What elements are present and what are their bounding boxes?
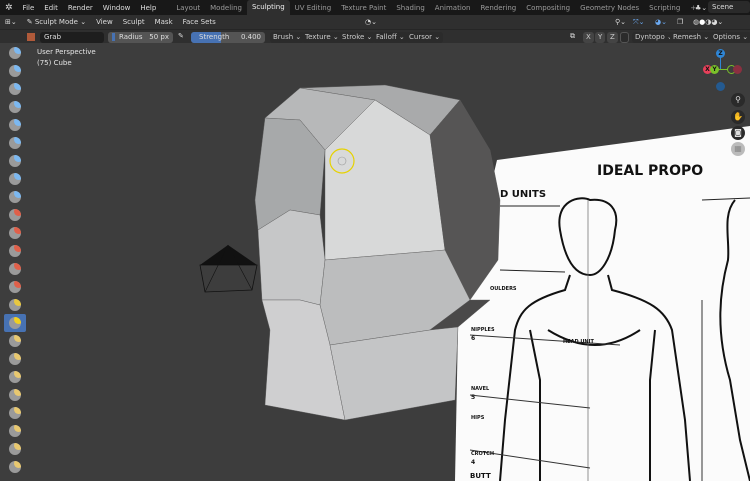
ref-label-nipples: NIPPLES bbox=[471, 327, 495, 333]
elastic-deform-brush-icon bbox=[9, 335, 21, 347]
reference-image[interactable]: IDEAL PROPO D UNITS OULDERS NIPPLES 6 HE… bbox=[455, 126, 750, 481]
ref-label-4: 4 bbox=[471, 459, 475, 466]
tool-rotate-brush[interactable] bbox=[4, 422, 26, 440]
crease-brush-icon bbox=[9, 191, 21, 203]
sculpt-toolbar bbox=[4, 44, 28, 476]
ref-label-butt: BUTT bbox=[470, 472, 491, 480]
flatten-brush-icon bbox=[9, 227, 21, 239]
perspective-label: User Perspective bbox=[37, 48, 96, 56]
tool-elastic-deform-brush[interactable] bbox=[4, 332, 26, 350]
tool-crease-brush[interactable] bbox=[4, 188, 26, 206]
snake-hook-brush-icon bbox=[9, 353, 21, 365]
tool-inflate-brush[interactable] bbox=[4, 152, 26, 170]
tool-thumb-brush[interactable] bbox=[4, 368, 26, 386]
perspective-toggle-icon[interactable]: ▦ bbox=[731, 142, 745, 156]
tool-nudge-brush[interactable] bbox=[4, 404, 26, 422]
pose-brush-icon bbox=[9, 389, 21, 401]
ref-label-crotch: CROTCH bbox=[471, 451, 494, 457]
tool-layer-brush[interactable] bbox=[4, 134, 26, 152]
scrape-brush-icon bbox=[9, 263, 21, 275]
inflate-brush-icon bbox=[9, 155, 21, 167]
rotate-brush-icon bbox=[9, 425, 21, 437]
ref-label-hips: HIPS bbox=[471, 415, 485, 421]
reference-title: IDEAL PROPO bbox=[597, 163, 703, 179]
ref-label-navel: NAVEL bbox=[471, 386, 490, 392]
tool-grab-brush[interactable] bbox=[4, 314, 26, 332]
draw-sharp-brush-icon bbox=[9, 65, 21, 77]
object-label: (75) Cube bbox=[37, 59, 72, 67]
tool-draw-brush[interactable] bbox=[4, 44, 26, 62]
tool-pose-brush[interactable] bbox=[4, 386, 26, 404]
grab-brush-icon bbox=[9, 317, 21, 329]
reference-units: D UNITS bbox=[500, 189, 546, 200]
tool-scrape-brush[interactable] bbox=[4, 260, 26, 278]
gizmo-z-axis[interactable]: Z bbox=[716, 49, 725, 58]
ref-label-6: 6 bbox=[471, 335, 475, 342]
slide-relax-brush-icon bbox=[9, 443, 21, 455]
blob-brush-icon bbox=[9, 173, 21, 185]
gizmo-neg-x[interactable] bbox=[733, 65, 742, 74]
tool-boundary-brush[interactable] bbox=[4, 458, 26, 476]
tool-flatten-brush[interactable] bbox=[4, 224, 26, 242]
pinch-brush-icon bbox=[9, 299, 21, 311]
gizmo-y-axis[interactable]: Y bbox=[710, 65, 719, 74]
clay-strips-brush-icon bbox=[9, 101, 21, 113]
ref-label-shoulders: OULDERS bbox=[490, 286, 517, 292]
pan-hand-icon[interactable]: ✋ bbox=[731, 110, 745, 124]
ref-label-5: 5 bbox=[471, 394, 475, 401]
tool-snake-hook-brush[interactable] bbox=[4, 350, 26, 368]
clay-brush-icon bbox=[9, 83, 21, 95]
multiplane-scrape-brush-icon bbox=[9, 281, 21, 293]
tool-slide-relax-brush[interactable] bbox=[4, 440, 26, 458]
gizmo-neg-z[interactable] bbox=[716, 82, 725, 91]
fill-brush-icon bbox=[9, 245, 21, 257]
layer-brush-icon bbox=[9, 137, 21, 149]
thumb-brush-icon bbox=[9, 371, 21, 383]
viewport-scene[interactable]: IDEAL PROPO D UNITS OULDERS NIPPLES 6 HE… bbox=[0, 0, 750, 481]
camera-view-icon[interactable]: ◙ bbox=[731, 126, 745, 140]
clay-thumb-brush-icon bbox=[9, 119, 21, 131]
tool-smooth-brush[interactable] bbox=[4, 206, 26, 224]
smooth-brush-icon bbox=[9, 209, 21, 221]
draw-brush-icon bbox=[9, 47, 21, 59]
boundary-brush-icon bbox=[9, 461, 21, 473]
tool-multiplane-scrape-brush[interactable] bbox=[4, 278, 26, 296]
tool-draw-sharp-brush[interactable] bbox=[4, 62, 26, 80]
zoom-icon[interactable]: ⚲ bbox=[731, 93, 745, 107]
tool-clay-brush[interactable] bbox=[4, 80, 26, 98]
tool-clay-strips-brush[interactable] bbox=[4, 98, 26, 116]
tool-fill-brush[interactable] bbox=[4, 242, 26, 260]
tool-pinch-brush[interactable] bbox=[4, 296, 26, 314]
ref-label-head-unit: HEAD UNIT bbox=[563, 339, 594, 345]
nudge-brush-icon bbox=[9, 407, 21, 419]
tool-clay-thumb-brush[interactable] bbox=[4, 116, 26, 134]
viewport-info: User Perspective (75) Cube bbox=[37, 47, 96, 69]
camera-object[interactable] bbox=[199, 244, 258, 293]
tool-blob-brush[interactable] bbox=[4, 170, 26, 188]
